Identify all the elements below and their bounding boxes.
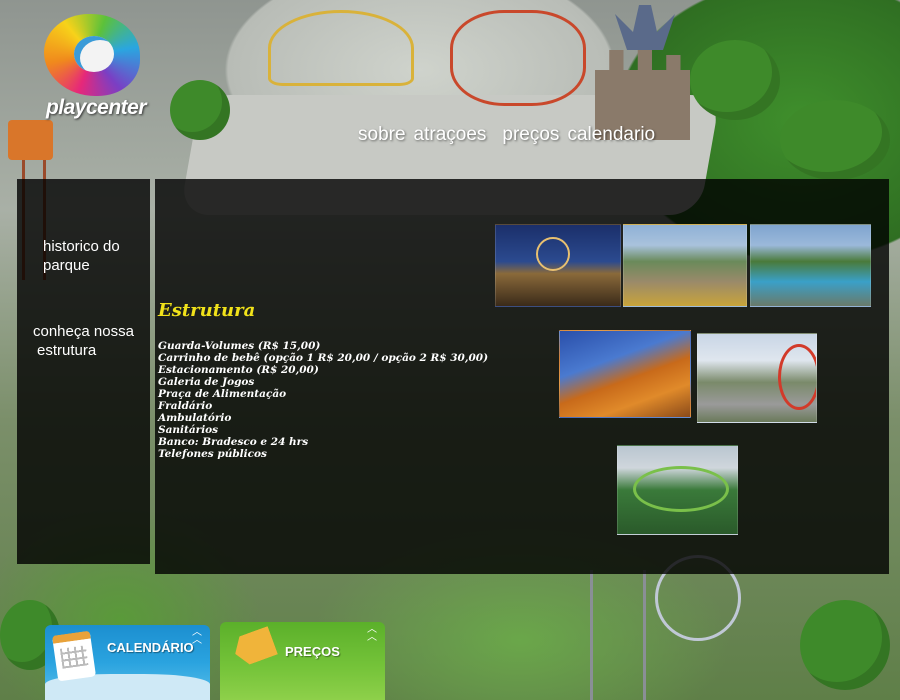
page-title: Estrutura <box>158 300 256 321</box>
roller-coaster-illustration <box>268 10 414 86</box>
list-item: Estacionamento (R$ 20,00) <box>158 364 319 376</box>
content-panel: Estrutura Guarda-Volumes (R$ 15,00) Carr… <box>155 179 889 574</box>
park-photo-green-coaster[interactable] <box>617 445 738 535</box>
list-item: Ambulatório <box>158 412 232 424</box>
chevron-up-icon: ︿ ︿ <box>192 627 202 646</box>
list-item: Sanitários <box>158 424 219 436</box>
logo-icon <box>44 14 140 96</box>
park-photo-night[interactable] <box>495 224 621 307</box>
sidebar-item-label: conheça nossa <box>33 323 134 340</box>
price-tag-icon <box>230 626 278 668</box>
roller-coaster-illustration <box>450 10 586 106</box>
tree-illustration <box>170 80 230 140</box>
logo-text: playcenter <box>45 96 147 119</box>
calendar-button[interactable]: CALENDÁRIO ︿ ︿ <box>45 625 210 700</box>
playcenter-logo[interactable]: playcenter <box>36 14 156 124</box>
tree-illustration <box>690 40 780 120</box>
tree-illustration <box>800 600 890 690</box>
park-photo-aerial[interactable] <box>623 224 747 307</box>
nav-atracoes[interactable]: atraçoes <box>414 124 487 146</box>
tree-illustration <box>780 100 890 180</box>
sidebar-panel: historico do parque conheça nossa estrut… <box>17 179 150 564</box>
sidebar-item-historico[interactable]: historico do parque <box>43 237 143 275</box>
gargoyle-illustration <box>615 5 675 50</box>
list-item: Banco: Bradesco e 24 hrs <box>158 436 309 448</box>
prices-button[interactable]: PREÇOS ︿ ︿ <box>220 622 385 700</box>
sidebar-item-label: historico do <box>43 238 120 255</box>
nav-calendario[interactable]: calendario <box>567 124 655 146</box>
sidebar-item-label: parque <box>43 257 90 274</box>
sidebar-item-label: estrutura <box>37 342 97 359</box>
list-item: Carrinho de bebê (opção 1 R$ 20,00 / opç… <box>158 352 489 364</box>
top-nav: sobre atraçoes preços calendario <box>358 124 663 146</box>
prices-button-label: PREÇOS <box>285 644 340 659</box>
park-photo-loop[interactable] <box>697 333 817 423</box>
calendar-button-label: CALENDÁRIO <box>107 640 194 655</box>
sidebar-item-estrutura[interactable]: conheça nossa estrutura <box>33 322 143 360</box>
list-item: Praça de Alimentação <box>158 388 287 400</box>
park-photo-aerial-pool[interactable] <box>750 224 871 307</box>
calendar-icon <box>51 630 97 682</box>
tower-illustration <box>8 120 53 160</box>
list-item: Fraldário <box>158 400 213 412</box>
nav-sobre[interactable]: sobre <box>358 124 406 146</box>
park-photo-coaster[interactable] <box>559 330 691 418</box>
list-item: Guarda-Volumes (R$ 15,00) <box>158 340 321 352</box>
list-item: Galeria de Jogos <box>158 376 255 388</box>
drop-tower-illustration <box>590 570 646 700</box>
list-item: Telefones públicos <box>158 448 267 460</box>
amenities-list: Guarda-Volumes (R$ 15,00) Carrinho de be… <box>158 340 488 460</box>
nav-precos[interactable]: preços <box>502 124 559 146</box>
chevron-up-icon: ︿ ︿ <box>367 624 377 643</box>
